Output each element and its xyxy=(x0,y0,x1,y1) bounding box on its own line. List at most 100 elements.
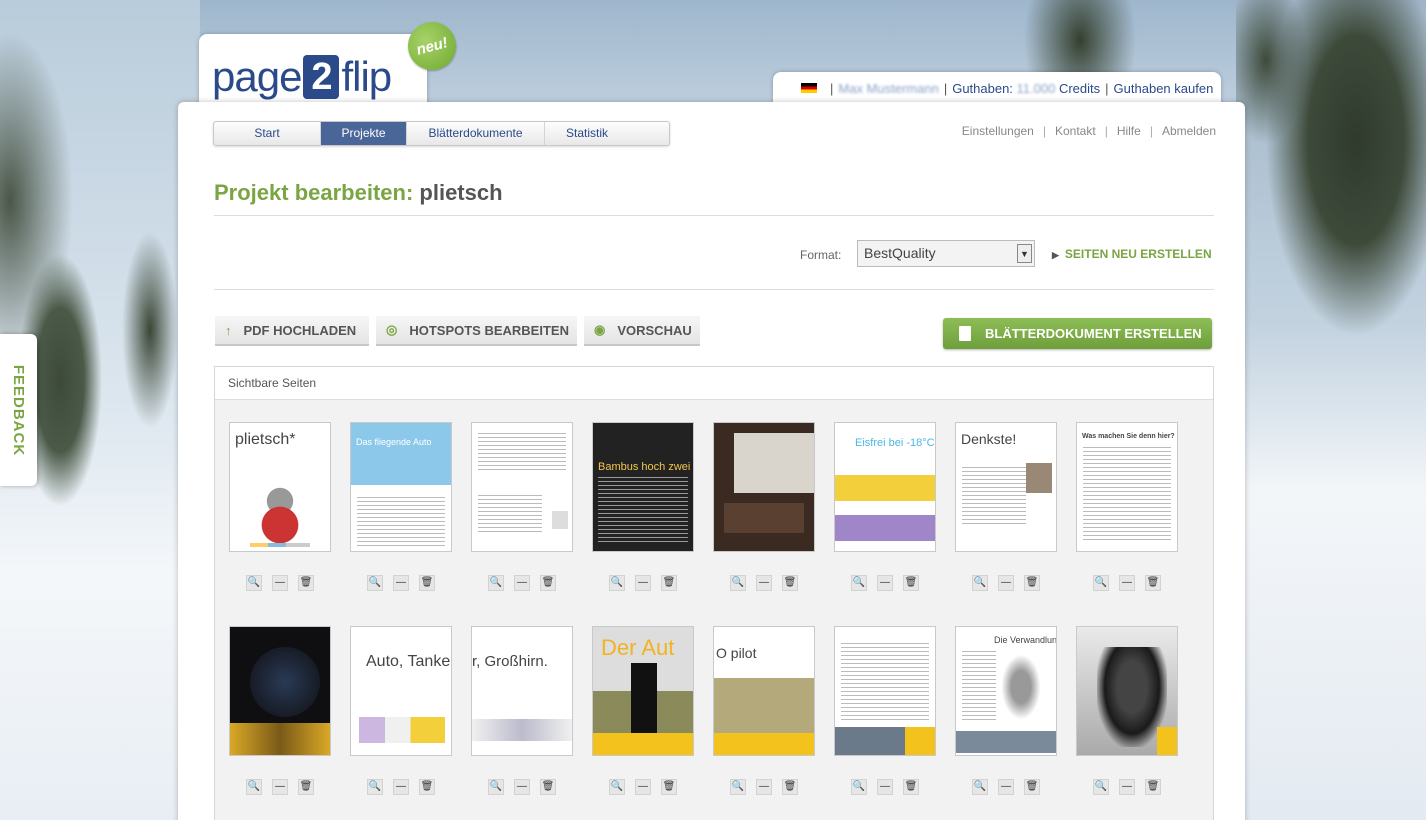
page-image xyxy=(724,503,804,533)
zoom-icon[interactable]: 🔍 xyxy=(367,575,383,591)
hide-icon[interactable]: — xyxy=(635,779,651,795)
hide-icon[interactable]: — xyxy=(998,575,1014,591)
trash-icon[interactable]: 🗑 xyxy=(661,575,677,591)
zoom-icon[interactable]: 🔍 xyxy=(1093,779,1109,795)
page-thumbnail[interactable]: Was machen Sie denn hier? xyxy=(1076,422,1178,552)
trash-icon[interactable]: 🗑 xyxy=(298,779,314,795)
zoom-icon[interactable]: 🔍 xyxy=(1093,575,1109,591)
hide-icon[interactable]: — xyxy=(272,779,288,795)
page-image xyxy=(552,511,568,529)
trash-icon[interactable]: 🗑 xyxy=(1024,779,1040,795)
page-thumbnail[interactable] xyxy=(471,422,573,552)
zoom-icon[interactable]: 🔍 xyxy=(246,779,262,795)
hide-icon[interactable]: — xyxy=(1119,779,1135,795)
page-thumbnail[interactable]: r, Großhirn. xyxy=(471,626,573,756)
trash-icon[interactable]: 🗑 xyxy=(419,779,435,795)
hide-icon[interactable]: — xyxy=(635,575,651,591)
trash-icon[interactable]: 🗑 xyxy=(903,779,919,795)
hide-icon[interactable]: — xyxy=(1119,575,1135,591)
page-thumbnail[interactable] xyxy=(229,626,331,756)
zoom-icon[interactable]: 🔍 xyxy=(972,575,988,591)
page-thumbnail[interactable]: Die Verwandlung xyxy=(955,626,1057,756)
help-link[interactable]: Hilfe xyxy=(1117,124,1141,138)
page-thumbnail[interactable] xyxy=(834,626,936,756)
zoom-icon[interactable]: 🔍 xyxy=(609,575,625,591)
logout-link[interactable]: Abmelden xyxy=(1162,124,1216,138)
page-thumbnail[interactable]: O pilot xyxy=(713,626,815,756)
trash-icon[interactable]: 🗑 xyxy=(661,779,677,795)
zoom-icon[interactable]: 🔍 xyxy=(851,575,867,591)
page-thumbnail[interactable]: Auto, Tanke xyxy=(350,626,452,756)
page-thumbnail[interactable]: plietsch* xyxy=(229,422,331,552)
trash-icon[interactable]: 🗑 xyxy=(782,575,798,591)
format-select[interactable]: BestQuality ▼ xyxy=(857,240,1035,267)
zoom-icon[interactable]: 🔍 xyxy=(488,575,504,591)
trash-icon[interactable]: 🗑 xyxy=(298,575,314,591)
page-thumbnail-title: Denkste! xyxy=(961,431,1017,447)
zoom-icon[interactable]: 🔍 xyxy=(488,779,504,795)
trash-icon[interactable]: 🗑 xyxy=(782,779,798,795)
feedback-tab[interactable]: FEEDBACK xyxy=(0,334,37,486)
page-thumbnail[interactable]: Eisfrei bei -18°C xyxy=(834,422,936,552)
page-controls: 🔍 — 🗑 xyxy=(730,779,798,795)
buy-credits-link[interactable]: Guthaben kaufen xyxy=(1114,81,1214,96)
hide-icon[interactable]: — xyxy=(514,575,530,591)
contact-link[interactable]: Kontakt xyxy=(1055,124,1096,138)
german-flag-icon[interactable] xyxy=(801,83,817,93)
hide-icon[interactable]: — xyxy=(393,575,409,591)
separator: | xyxy=(1104,124,1108,138)
trash-icon[interactable]: 🗑 xyxy=(540,779,556,795)
credits-unit: Credits xyxy=(1058,80,1101,96)
tab-statistik[interactable]: Statistik xyxy=(545,122,629,145)
logo[interactable]: page 2 flip xyxy=(212,52,392,102)
settings-link[interactable]: Einstellungen xyxy=(962,124,1034,138)
zoom-icon[interactable]: 🔍 xyxy=(367,779,383,795)
trash-icon[interactable]: 🗑 xyxy=(903,575,919,591)
zoom-icon[interactable]: 🔍 xyxy=(246,575,262,591)
preview-button[interactable]: ◉ VORSCHAU xyxy=(584,316,700,346)
hide-icon[interactable]: — xyxy=(272,575,288,591)
trash-icon[interactable]: 🗑 xyxy=(1024,575,1040,591)
hide-icon[interactable]: — xyxy=(756,575,772,591)
page-controls: 🔍 — 🗑 xyxy=(851,779,919,795)
zoom-icon[interactable]: 🔍 xyxy=(851,779,867,795)
upload-pdf-button[interactable]: ↑ PDF HOCHLADEN xyxy=(215,316,369,346)
trash-icon[interactable]: 🗑 xyxy=(540,575,556,591)
hide-icon[interactable]: — xyxy=(877,575,893,591)
upload-pdf-label: PDF HOCHLADEN xyxy=(243,322,357,338)
hide-icon[interactable]: — xyxy=(393,779,409,795)
page-thumbnail[interactable]: Bambus hoch zwei xyxy=(592,422,694,552)
hide-icon[interactable]: — xyxy=(756,779,772,795)
page-thumbnail[interactable] xyxy=(1076,626,1178,756)
page-thumbnail[interactable]: Das fliegende Auto xyxy=(350,422,452,552)
chevron-down-icon[interactable]: ▼ xyxy=(1017,244,1032,263)
zoom-icon[interactable]: 🔍 xyxy=(972,779,988,795)
edit-hotspots-button[interactable]: ◎ HOTSPOTS BEARBEITEN xyxy=(376,316,577,346)
rebuild-pages-link[interactable]: ▶ SEITEN NEU ERSTELLEN xyxy=(1052,247,1212,261)
hide-icon[interactable]: — xyxy=(877,779,893,795)
divider xyxy=(214,289,1214,290)
zoom-icon[interactable]: 🔍 xyxy=(730,779,746,795)
tab-start[interactable]: Start xyxy=(214,122,321,145)
user-name[interactable]: Max Mustermann xyxy=(838,81,938,96)
logo-text-flip: flip xyxy=(341,53,392,100)
credits-value: 11.000 xyxy=(1016,80,1056,96)
page-thumbnail[interactable]: Denkste! xyxy=(955,422,1057,552)
hide-icon[interactable]: — xyxy=(998,779,1014,795)
create-flipbook-button[interactable]: BLÄTTERDOKUMENT ERSTELLEN xyxy=(943,318,1212,349)
tab-projekte[interactable]: Projekte xyxy=(321,122,407,145)
zoom-icon[interactable]: 🔍 xyxy=(609,779,625,795)
trash-icon[interactable]: 🗑 xyxy=(1145,779,1161,795)
format-value: BestQuality xyxy=(864,245,936,261)
trash-icon[interactable]: 🗑 xyxy=(419,575,435,591)
page-title: Projekt bearbeiten: plietsch xyxy=(214,180,503,206)
page-thumbnail[interactable]: Der Aut xyxy=(592,626,694,756)
zoom-icon[interactable]: 🔍 xyxy=(730,575,746,591)
trash-icon[interactable]: 🗑 xyxy=(1145,575,1161,591)
hide-icon[interactable]: — xyxy=(514,779,530,795)
page-image xyxy=(359,717,445,743)
page-controls: 🔍 — 🗑 xyxy=(730,575,798,591)
page-controls: 🔍 — 🗑 xyxy=(488,779,556,795)
tab-blaetterdokumente[interactable]: Blätterdokumente xyxy=(407,122,545,145)
page-thumbnail[interactable] xyxy=(713,422,815,552)
